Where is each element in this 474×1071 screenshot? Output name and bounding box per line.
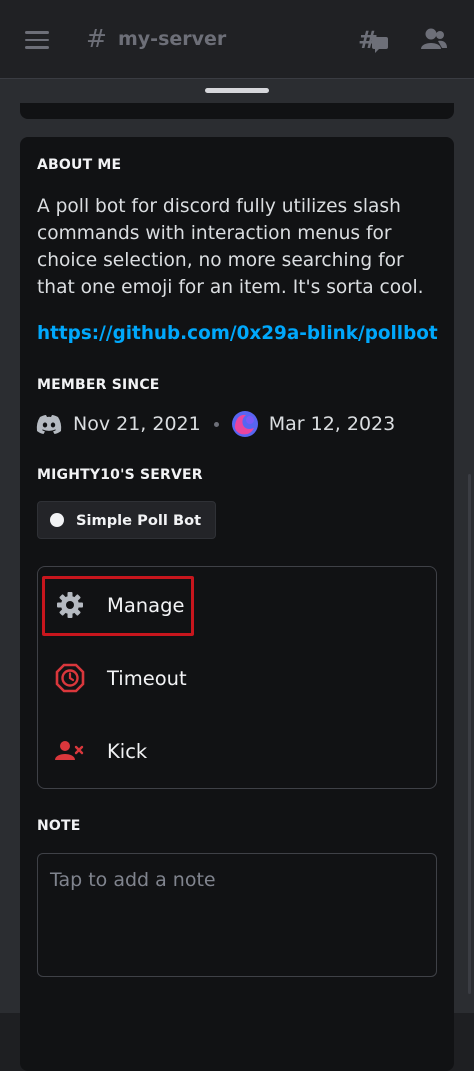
server-join-date: Mar 12, 2023 — [268, 413, 396, 435]
role-color-dot — [50, 513, 64, 527]
profile-header-card — [20, 103, 454, 119]
members-icon[interactable] — [420, 27, 448, 55]
member-since-row: Nov 21, 2021 Mar 12, 2023 — [36, 409, 395, 439]
timeout-icon — [55, 663, 85, 693]
about-me-title: ABOUT ME — [37, 157, 122, 173]
profile-sheet: ABOUT ME A poll bot for discord fully ut… — [0, 78, 474, 1071]
scrollbar[interactable] — [468, 474, 471, 994]
role-chip-label: Simple Poll Bot — [76, 511, 202, 529]
about-me-text: A poll bot for discord fully utilizes sl… — [37, 196, 424, 298]
kick-button[interactable]: Kick — [38, 721, 436, 781]
server-roles-title: MIGHTY10'S SERVER — [37, 467, 203, 483]
note-title: NOTE — [37, 818, 81, 834]
hamburger-menu-icon[interactable] — [25, 31, 49, 49]
kick-label: Kick — [107, 739, 148, 763]
sheet-drag-handle[interactable] — [205, 88, 269, 93]
timeout-button[interactable]: Timeout — [38, 648, 436, 708]
profile-info-card: ABOUT ME A poll bot for discord fully ut… — [20, 137, 454, 1071]
server-icon — [231, 411, 258, 437]
manage-highlight — [42, 576, 194, 636]
discord-join-date: Nov 21, 2021 — [73, 413, 201, 435]
note-placeholder: Tap to add a note — [50, 869, 216, 891]
threads-icon[interactable]: # — [358, 26, 390, 58]
role-chip[interactable]: Simple Poll Bot — [37, 501, 217, 539]
note-input[interactable]: Tap to add a note — [37, 853, 437, 977]
member-since-title: MEMBER SINCE — [37, 377, 160, 393]
separator-dot — [213, 421, 219, 427]
timeout-label: Timeout — [107, 666, 187, 690]
channel-hash-icon: # — [86, 24, 107, 53]
github-link[interactable]: https://github.com/0x29a-blink/pollbot — [37, 323, 438, 344]
top-bar: # my-server # — [0, 0, 474, 78]
moderation-actions: Manage Timeout Kick — [37, 566, 437, 789]
channel-name[interactable]: my-server — [118, 28, 226, 50]
kick-user-icon — [55, 736, 85, 766]
discord-logo-icon — [36, 414, 62, 434]
